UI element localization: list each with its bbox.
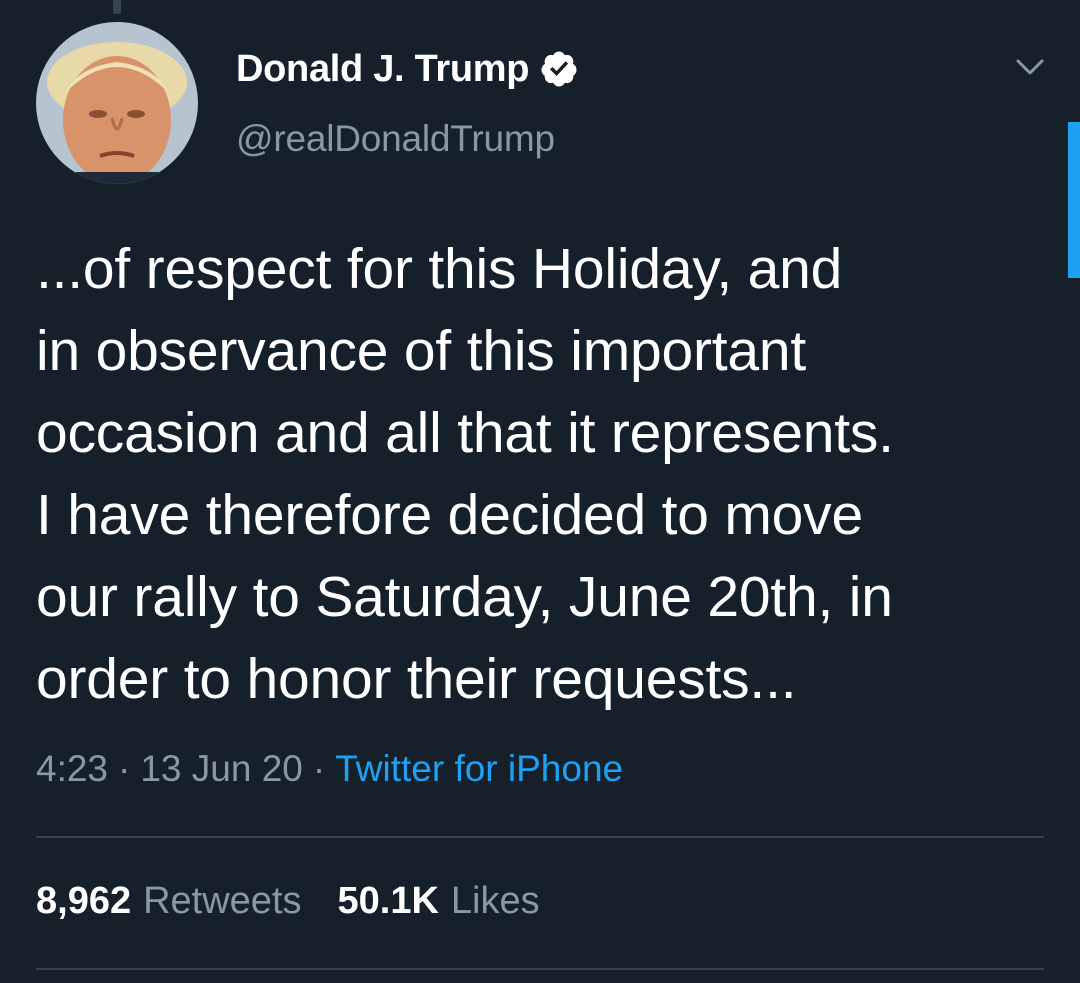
meta-separator: · (312, 748, 326, 789)
likes-label: Likes (450, 880, 540, 922)
retweets-stat[interactable]: 8,962 Retweets (36, 880, 302, 923)
meta-separator: · (118, 748, 131, 789)
thread-connector-line (113, 0, 121, 14)
tweet-date: 13 Jun 20 (140, 748, 303, 789)
author-name-row[interactable]: Donald J. Trump (236, 42, 579, 96)
chevron-down-icon[interactable] (1010, 48, 1050, 88)
retweets-count: 8,962 (36, 880, 132, 922)
tweet-body-text: ...of respect for this Holiday, and in o… (36, 237, 894, 711)
retweets-label: Retweets (143, 880, 302, 922)
divider (36, 968, 1044, 970)
likes-count: 50.1K (337, 880, 439, 922)
profile-photo (36, 22, 198, 184)
scrollbar-thumb[interactable] (1068, 122, 1080, 278)
author-handle[interactable]: @realDonaldTrump (236, 118, 555, 160)
likes-stat[interactable]: 50.1K Likes (338, 880, 540, 923)
tweet-stats: 8,962 Retweets 50.1K Likes (36, 880, 576, 923)
tweet-time: 4:23 (36, 748, 109, 789)
verified-badge-icon (539, 49, 579, 89)
tweet-source-link[interactable]: Twitter for iPhone (335, 748, 623, 790)
author-display-name[interactable]: Donald J. Trump (236, 48, 530, 91)
avatar[interactable] (36, 22, 198, 184)
divider (36, 836, 1044, 838)
tweet-metadata: 4:23 · 13 Jun 20 · Twitter for iPhone (36, 748, 623, 790)
